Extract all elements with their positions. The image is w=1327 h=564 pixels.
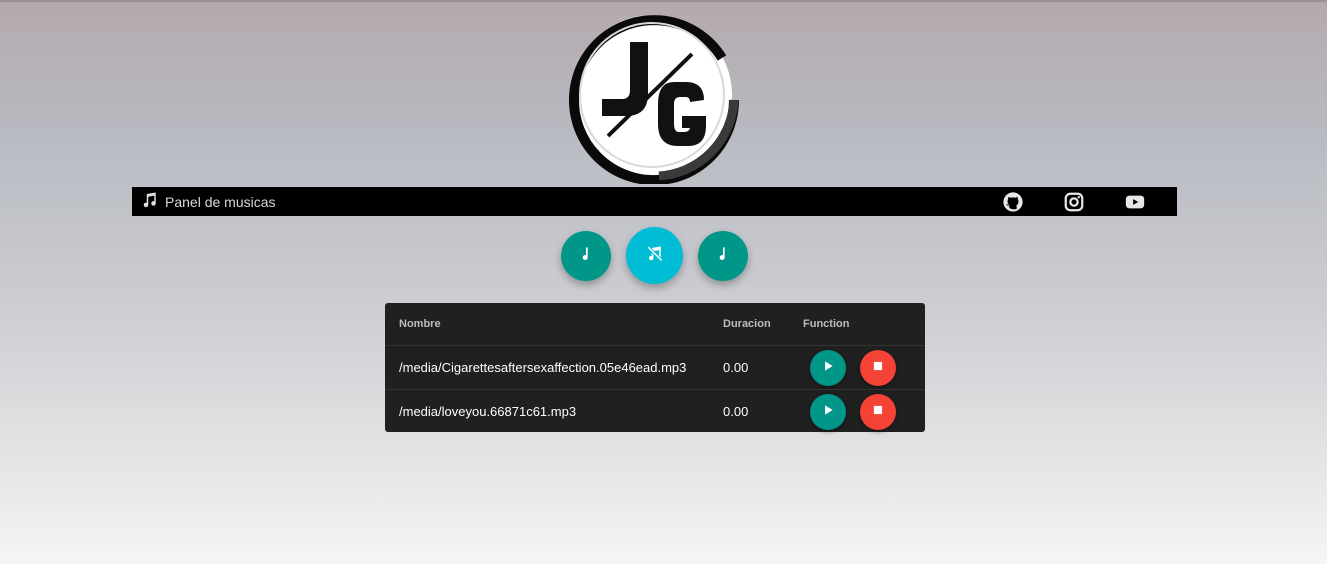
track-name: /media/loveyou.66871c61.mp3 <box>399 404 577 419</box>
stop-icon <box>871 403 885 422</box>
music-table: Nombre Duracion Function /media/Cigarett… <box>385 303 925 432</box>
music-note-icon <box>713 244 733 269</box>
music-note-icon <box>576 244 596 269</box>
stop-button[interactable] <box>860 394 896 430</box>
instagram-icon[interactable] <box>1063 191 1085 213</box>
navbar: Panel de musicas <box>132 187 1177 216</box>
header-duracion: Duracion <box>723 318 771 330</box>
stop-button[interactable] <box>860 350 896 386</box>
table-row: /media/Cigarettesaftersexaffection.05e46… <box>385 346 925 390</box>
header-nombre: Nombre <box>399 318 441 330</box>
music-note-button-right[interactable] <box>698 231 748 281</box>
music-note-button-left[interactable] <box>561 231 611 281</box>
table-row: /media/loveyou.66871c61.mp3 0.00 <box>385 390 925 433</box>
play-icon <box>821 359 835 378</box>
track-duration: 0.00 <box>723 360 749 375</box>
play-button[interactable] <box>810 350 846 386</box>
music-off-icon <box>645 243 665 268</box>
youtube-icon[interactable] <box>1124 191 1146 213</box>
github-icon[interactable] <box>1002 191 1024 213</box>
top-border <box>0 0 1327 2</box>
stop-icon <box>871 359 885 378</box>
play-icon <box>821 403 835 422</box>
navbar-brand[interactable]: Panel de musicas <box>140 191 276 212</box>
music-off-button[interactable] <box>626 227 683 284</box>
jg-logo <box>564 8 744 186</box>
play-button[interactable] <box>810 394 846 430</box>
track-duration: 0.00 <box>723 404 749 419</box>
music-note-icon <box>140 191 165 212</box>
track-name: /media/Cigarettesaftersexaffection.05e46… <box>399 360 687 375</box>
table-header: Nombre Duracion Function <box>385 303 925 346</box>
header-function: Function <box>803 318 850 330</box>
navbar-brand-label: Panel de musicas <box>165 193 276 210</box>
